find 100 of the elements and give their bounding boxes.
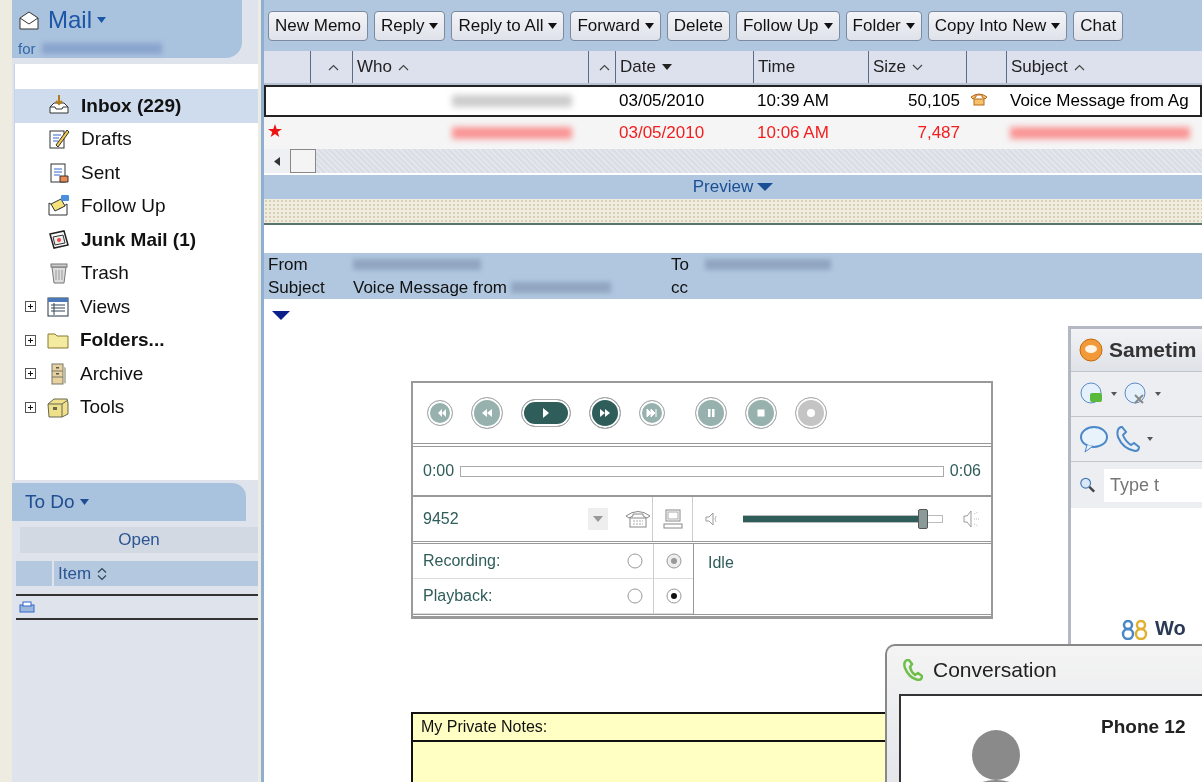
message-row[interactable]: 03/05/2010 10:06 AM 7,487 xyxy=(264,117,1202,149)
caret-icon xyxy=(79,499,89,505)
toolbar-button[interactable]: Reply xyxy=(373,10,446,41)
expand-icon[interactable] xyxy=(25,301,36,313)
column-header[interactable]: Subject xyxy=(1006,51,1202,83)
window-title: Sametim xyxy=(1109,338,1197,362)
list-icon xyxy=(46,294,70,319)
toolbar-button[interactable]: Chat xyxy=(1073,10,1124,41)
play-button[interactable] xyxy=(521,399,571,427)
toolbar-button[interactable]: Reply to All xyxy=(451,10,565,41)
sort-up-icon[interactable] xyxy=(1073,63,1085,71)
envelope-icon xyxy=(47,227,71,252)
caret-icon xyxy=(97,17,106,23)
sidebar-item[interactable]: Trash xyxy=(15,256,258,290)
toolbar-button[interactable]: Follow Up xyxy=(736,10,840,41)
play-icon xyxy=(542,408,550,418)
phone-icon xyxy=(903,659,923,681)
phone-icon[interactable] xyxy=(1115,425,1141,453)
fast-forward-button[interactable] xyxy=(589,397,621,429)
group-label[interactable]: Wo xyxy=(1155,617,1186,640)
chat-bubble-icon[interactable] xyxy=(1123,381,1149,407)
collapse-icon[interactable] xyxy=(272,311,290,320)
sidebar-item[interactable]: Drafts xyxy=(15,122,258,156)
telephone-icon xyxy=(970,92,988,106)
pencil-icon xyxy=(47,127,71,152)
mail-menu[interactable]: Mail xyxy=(48,6,106,34)
sidebar-item[interactable]: Inbox (229) xyxy=(15,89,258,123)
scroll-left-icon[interactable] xyxy=(264,149,290,173)
caret-icon xyxy=(823,22,833,29)
to-label: To xyxy=(671,254,690,275)
subject-cell: Voice Message from Ag xyxy=(1010,91,1189,110)
envelope-icon xyxy=(18,9,40,31)
column-header[interactable]: Item xyxy=(54,561,258,586)
message-row[interactable]: 03/05/2010 10:39 AM 50,105 Voice Message from Ag xyxy=(264,85,1202,117)
preview-toggle[interactable]: Preview xyxy=(692,177,774,197)
caret-icon xyxy=(757,183,774,191)
toolbox-icon xyxy=(46,395,70,420)
owner-label: for xyxy=(18,40,36,57)
star-icon[interactable] xyxy=(268,124,282,138)
subject-text: Voice Message from xyxy=(353,277,507,298)
sidebar-item[interactable]: Junk Mail (1) xyxy=(15,223,258,257)
subject-label: Subject xyxy=(268,277,326,298)
status-text: Idle xyxy=(708,554,734,571)
sort-down-icon[interactable] xyxy=(912,63,924,71)
envelope-icon xyxy=(47,194,71,219)
time-cell-text: 10:39 AM xyxy=(756,91,830,111)
toolbar-button[interactable]: Copy Into New xyxy=(927,10,1068,41)
expand-icon[interactable] xyxy=(25,368,36,380)
date-cell-text: 03/05/2010 xyxy=(618,91,706,111)
scrollbar-thumb[interactable] xyxy=(290,149,316,173)
time-cell-text: 10:06 AM xyxy=(756,123,830,143)
sidebar-item[interactable]: Views xyxy=(15,290,258,324)
caret-icon[interactable] xyxy=(1111,392,1117,396)
column-header[interactable]: Size xyxy=(868,51,966,83)
radio-button[interactable] xyxy=(665,588,682,604)
caret-icon xyxy=(1051,22,1061,29)
toolbar-button[interactable]: New Memo xyxy=(268,10,368,41)
column-header[interactable]: Date xyxy=(615,51,753,83)
mode-label: Recording: xyxy=(423,552,501,570)
telephone-icon[interactable] xyxy=(624,509,652,529)
dropdown-caret-icon[interactable] xyxy=(588,508,608,530)
column-header[interactable]: Time xyxy=(753,51,868,83)
toolbar-button[interactable]: Folder xyxy=(845,10,922,41)
sort-up-icon[interactable] xyxy=(598,63,610,71)
sidebar-item[interactable]: Follow Up xyxy=(15,189,258,223)
sidebar-item[interactable]: Archive xyxy=(15,357,258,391)
toolbar-button[interactable]: Forward xyxy=(570,10,661,41)
speech-bubble-icon[interactable] xyxy=(1079,425,1109,453)
sidebar-item[interactable]: Sent xyxy=(15,156,258,190)
sort-up-icon[interactable] xyxy=(328,63,339,71)
caret-icon xyxy=(644,22,654,29)
progress-track[interactable] xyxy=(460,465,944,477)
sidebar-item[interactable]: Folders... xyxy=(15,323,258,357)
pause-icon xyxy=(705,408,717,418)
sort-up-icon[interactable] xyxy=(397,63,409,71)
chat-bubble-icon xyxy=(1079,338,1103,362)
extension-value: 9452 xyxy=(423,510,459,528)
todo-menu[interactable]: To Do xyxy=(25,491,89,513)
caret-icon[interactable] xyxy=(1155,392,1161,396)
rewind-icon xyxy=(481,408,493,418)
expand-icon[interactable] xyxy=(25,401,36,413)
sidebar-item[interactable]: Tools xyxy=(15,390,258,424)
caret-icon[interactable] xyxy=(1147,437,1153,441)
slider-thumb[interactable] xyxy=(918,509,928,529)
open-button[interactable]: Open xyxy=(20,527,258,553)
printer-icon xyxy=(19,601,35,613)
sort-down-icon[interactable] xyxy=(661,64,672,70)
radio-button[interactable] xyxy=(627,553,643,569)
radio-button[interactable] xyxy=(627,588,643,604)
splitter-bar[interactable] xyxy=(264,199,1202,225)
size-cell-text: 7,487 xyxy=(916,123,961,143)
toolbar-button[interactable]: Delete xyxy=(666,10,730,41)
expand-icon[interactable] xyxy=(25,334,36,346)
search-field[interactable]: Type t xyxy=(1104,468,1202,502)
sort-icon[interactable] xyxy=(97,566,108,581)
document-icon xyxy=(47,160,71,185)
size-cell-text: 50,105 xyxy=(907,91,961,111)
column-header[interactable]: Who xyxy=(352,51,588,83)
fast-forward-icon xyxy=(599,408,611,418)
chat-bubble-icon[interactable] xyxy=(1079,381,1105,407)
